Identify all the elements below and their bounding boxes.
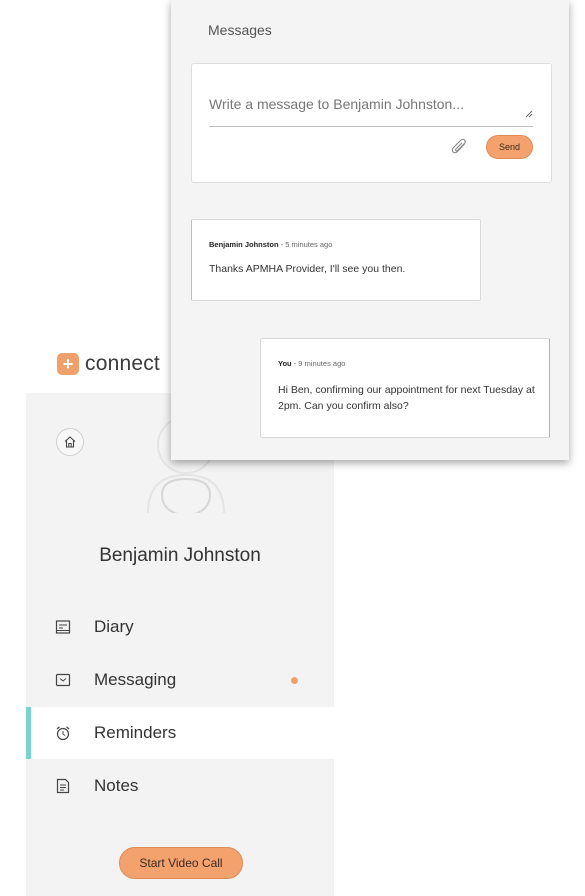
message-body: Hi Ben, confirming our appointment for n… bbox=[278, 384, 535, 412]
message-meta: You - 9 minutes ago bbox=[278, 359, 346, 368]
message-author: Benjamin Johnston bbox=[209, 240, 279, 249]
resize-handle-icon[interactable] bbox=[525, 110, 533, 118]
message-time: 5 minutes ago bbox=[285, 240, 333, 249]
message-author: You bbox=[278, 359, 292, 368]
home-button[interactable] bbox=[56, 428, 84, 456]
diary-icon bbox=[54, 618, 72, 636]
sidebar-item-label: Diary bbox=[94, 617, 134, 636]
sidebar-item-messaging[interactable]: Messaging bbox=[26, 654, 334, 706]
message-meta: Benjamin Johnston - 5 minutes ago bbox=[209, 240, 333, 249]
message-icon bbox=[54, 671, 72, 689]
sidebar-item-reminders[interactable]: Reminders bbox=[26, 707, 334, 759]
message-body: Thanks APMHA Provider, I'll see you then… bbox=[209, 263, 406, 275]
send-button[interactable]: Send bbox=[486, 135, 533, 159]
home-icon bbox=[64, 436, 76, 448]
compose-box: Send bbox=[191, 63, 552, 183]
message-card-received: Benjamin Johnston - 5 minutes ago Thanks… bbox=[191, 219, 481, 301]
sidebar-item-notes[interactable]: Notes bbox=[26, 760, 334, 812]
messages-title: Messages bbox=[208, 22, 272, 38]
brand-logo: + connect bbox=[57, 352, 160, 376]
sidebar-item-diary[interactable]: Diary bbox=[26, 601, 334, 653]
message-card-sent: You - 9 minutes ago Hi Ben, confirming o… bbox=[260, 338, 550, 438]
sidebar-item-label: Notes bbox=[94, 776, 139, 795]
patient-name: Benjamin Johnston bbox=[99, 545, 261, 566]
plus-logo-icon: + bbox=[57, 353, 79, 375]
notes-icon bbox=[54, 777, 72, 795]
message-input[interactable] bbox=[209, 90, 533, 127]
sidebar-item-label: Messaging bbox=[94, 670, 177, 689]
sidebar-item-label: Reminders bbox=[94, 723, 177, 742]
message-time: 9 minutes ago bbox=[298, 359, 346, 368]
start-video-call-button[interactable]: Start Video Call bbox=[119, 847, 243, 879]
patient-sidebar: Benjamin Johnston Diary Messaging Remind… bbox=[26, 393, 334, 896]
messages-panel: Messages Send Benjamin Johnston - 5 minu… bbox=[171, 0, 569, 460]
paperclip-icon[interactable] bbox=[449, 135, 469, 157]
alarm-clock-icon bbox=[54, 724, 72, 742]
brand-name: connect bbox=[85, 352, 160, 375]
unread-indicator bbox=[291, 677, 298, 684]
